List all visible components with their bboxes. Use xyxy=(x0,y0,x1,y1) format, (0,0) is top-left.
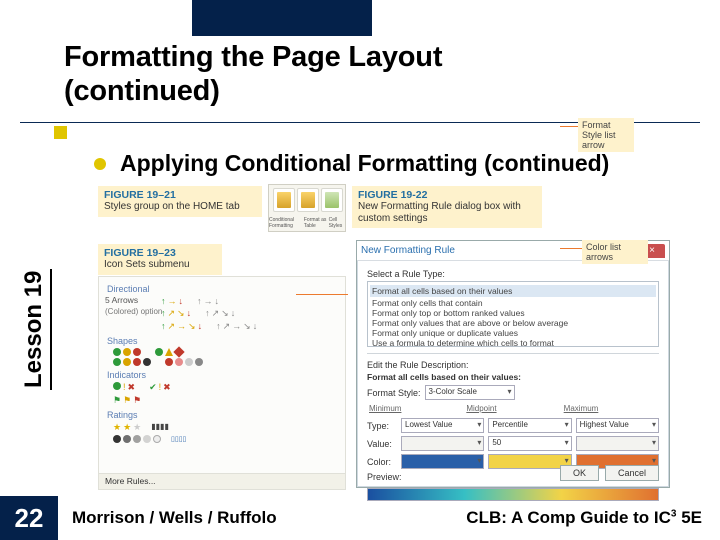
color-label: Color: xyxy=(367,457,397,467)
desc-heading: Format all cells based on their values: xyxy=(367,372,659,382)
figure-21-image: Conditional Formatting Format as Table C… xyxy=(268,184,346,232)
figure-23-number: FIGURE 19–23 xyxy=(104,247,216,259)
dialog-title: New Formatting Rule xyxy=(361,245,455,256)
figure-21-caption: FIGURE 19–21 Styles group on the HOME ta… xyxy=(98,186,262,217)
figure-22-caption: FIGURE 19-22 New Formatting Rule dialog … xyxy=(352,186,542,228)
preview-label: Preview: xyxy=(367,472,407,482)
rule-type-2: Format only top or bottom ranked values xyxy=(372,308,654,318)
group-shapes: Shapes xyxy=(107,336,339,346)
slide-title-line2: (continued) xyxy=(64,74,690,108)
footer-right-b: 5E xyxy=(676,508,702,527)
footer-right-a: CLB: A Comp Guide to IC xyxy=(466,508,671,527)
callout-pointer-iconset xyxy=(296,294,348,295)
ribbon-btn-format-as-table xyxy=(297,188,319,212)
figure-23-image: Directional 5 Arrows (Colored) option ↑→… xyxy=(98,276,346,490)
footer-book-title: CLB: A Comp Guide to IC3 5E xyxy=(466,508,702,528)
min-val xyxy=(401,436,484,451)
format-style-label: Format Style: xyxy=(367,388,421,398)
cancel-button: Cancel xyxy=(605,465,659,481)
iconset-3-arrows: ↑→↓ xyxy=(161,296,183,306)
ribbon-labels: Conditional Formatting Format as Table C… xyxy=(269,217,345,229)
arrows-label-1: 5 Arrows xyxy=(105,295,138,305)
accent-square xyxy=(54,126,67,139)
mid-type-dd: Percentile xyxy=(488,418,571,433)
gradient-preview xyxy=(367,488,659,501)
callout-format-style: Format Style list arrow xyxy=(578,118,634,152)
bullet-dot-icon xyxy=(94,158,106,170)
group-indicators: Indicators xyxy=(107,370,339,380)
ribbon-label-1: Conditional Formatting xyxy=(269,217,304,229)
col-max-head: Maximum xyxy=(564,404,657,413)
slide-title-line1: Formatting the Page Layout xyxy=(64,40,690,74)
figure-21-number: FIGURE 19–21 xyxy=(104,189,256,201)
rule-type-4: Format only unique or duplicate values xyxy=(372,328,654,338)
ok-button: OK xyxy=(560,465,599,481)
callout-line-1 xyxy=(560,126,578,127)
mid-val: 50 xyxy=(488,436,571,451)
rating-row-2: ▯▯▯▯ xyxy=(113,435,339,443)
figure-area: FIGURE 19–21 Styles group on the HOME ta… xyxy=(98,186,698,478)
title-block: Formatting the Page Layout (continued) xyxy=(64,40,690,108)
ribbon-label-2: Format as Table xyxy=(304,217,329,229)
min-type-dd: Lowest Value xyxy=(401,418,484,433)
iconset-5-arrows: ↑↗→↘↓ xyxy=(161,321,202,332)
callout-color-arrows: Color list arrows xyxy=(582,240,648,264)
min-color-dd xyxy=(401,454,484,469)
col-mid-head: Midpoint xyxy=(466,404,559,413)
indicator-row-2: ⚑⚑⚑ xyxy=(113,395,339,406)
rule-type-3: Format only values that are above or bel… xyxy=(372,318,654,328)
type-label: Type: xyxy=(367,421,397,431)
ribbon-btn-conditional-formatting xyxy=(273,188,295,212)
value-label: Value: xyxy=(367,439,397,449)
shape-row-1 xyxy=(113,348,339,356)
rating-row-1: ★★★ ▮▮▮▮ xyxy=(113,422,339,433)
ribbon-label-3: Cell Styles xyxy=(329,217,345,229)
col-min-head: Minimum xyxy=(369,404,462,413)
ribbon-btn-cell-styles xyxy=(321,188,343,212)
select-rule-type-label: Select a Rule Type: xyxy=(367,269,659,279)
format-style-dropdown: 3-Color Scale xyxy=(425,385,515,400)
more-rules-item: More Rules... xyxy=(99,473,345,489)
rule-type-list: Format all cells based on their values F… xyxy=(367,281,659,347)
figure-23-text: Icon Sets submenu xyxy=(104,259,216,271)
max-type-dd: Highest Value xyxy=(576,418,659,433)
callout-line-2 xyxy=(560,248,582,249)
page-number: 22 xyxy=(0,496,58,540)
header-accent-block xyxy=(192,0,372,36)
edit-rule-desc-label: Edit the Rule Description: xyxy=(367,360,659,370)
iconset-4-arrows: ↑↗↘↓ xyxy=(161,308,191,319)
figure-21-text: Styles group on the HOME tab xyxy=(104,201,256,213)
figure-22-number: FIGURE 19-22 xyxy=(358,189,536,201)
rule-type-0: Format all cells based on their values xyxy=(370,285,656,297)
footer-authors: Morrison / Wells / Ruffolo xyxy=(72,508,277,528)
body: Applying Conditional Formatting (continu… xyxy=(94,150,690,177)
bullet-row: Applying Conditional Formatting (continu… xyxy=(94,150,690,177)
lesson-side-tab: Lesson 19 xyxy=(20,269,52,390)
iconset-5-arrows-gray: ↑↗→↘↓ xyxy=(216,321,257,332)
arrows-label-2: (Colored) option xyxy=(105,307,162,316)
iconset-3-arrows-gray: ↑→↓ xyxy=(197,296,219,306)
group-directional: Directional xyxy=(107,284,339,294)
rule-type-5: Use a formula to determine which cells t… xyxy=(372,338,654,348)
figure-23-caption: FIGURE 19–23 Icon Sets submenu xyxy=(98,244,222,275)
figure-22-text: New Formatting Rule dialog box with cust… xyxy=(358,201,536,224)
figure-22-dialog: New Formatting Rule × Select a Rule Type… xyxy=(356,240,670,488)
iconset-4-arrows-gray: ↑↗↘↓ xyxy=(205,308,235,319)
max-val xyxy=(576,436,659,451)
shape-row-2 xyxy=(113,358,339,366)
bullet-text: Applying Conditional Formatting (continu… xyxy=(120,150,609,177)
rule-type-1: Format only cells that contain xyxy=(372,298,654,308)
group-ratings: Ratings xyxy=(107,410,339,420)
indicator-row-1: !✖ ✔!✖ xyxy=(113,382,339,393)
